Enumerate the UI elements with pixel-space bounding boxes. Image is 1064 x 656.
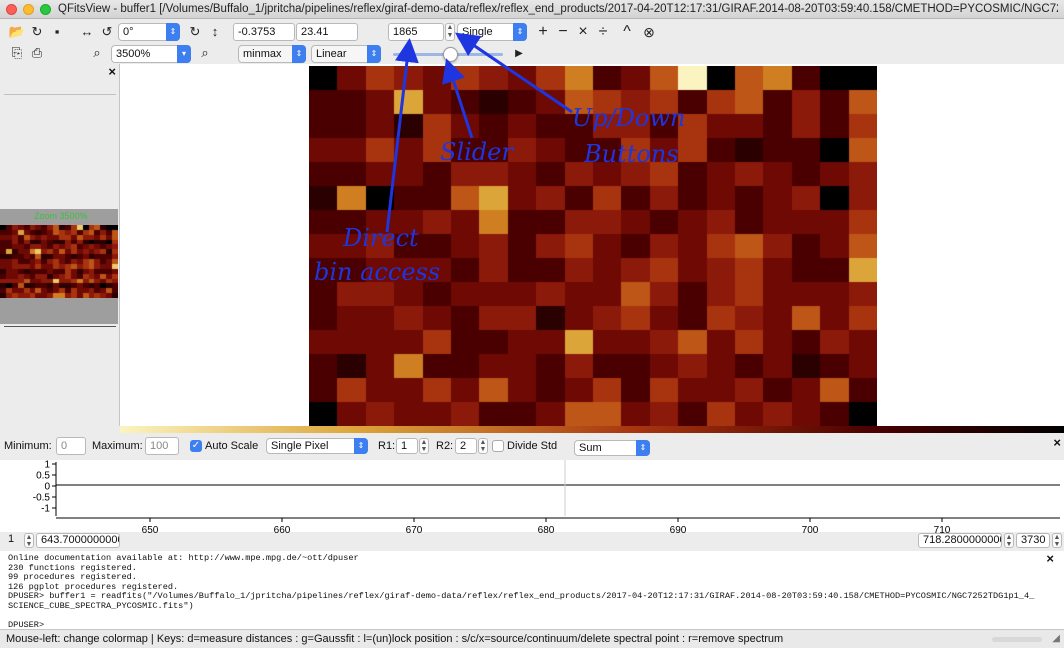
start-stepper[interactable]: ▲ ▼	[24, 533, 34, 548]
annotation-updown: Up/Down	[572, 104, 686, 132]
x-tick-label: 660	[274, 525, 291, 536]
y-tick-label: 0.5	[36, 471, 50, 482]
end-stepper[interactable]: ▲ ▼	[1004, 533, 1014, 548]
status-bar: Mouse-left: change colormap | Keys: d=me…	[0, 629, 1064, 648]
end-index-stepper[interactable]: ▲ ▼	[1052, 533, 1062, 548]
start-index: 1	[8, 533, 15, 545]
console-line: 126 pgplot procedures registered.	[8, 581, 179, 592]
x-tick-label: 700	[802, 525, 819, 536]
status-text: Mouse-left: change colormap | Keys: d=me…	[6, 633, 784, 645]
console-line: Online documentation available at: http:…	[8, 553, 359, 563]
x-tick-label: 680	[538, 525, 555, 536]
y-tick-label: -1	[41, 504, 50, 515]
end-wavelength-input[interactable]: 718.2800000000	[918, 533, 1002, 548]
y-tick-label: 1	[44, 460, 50, 471]
divide-std-checkbox[interactable]	[492, 440, 504, 452]
annotation-direct: Direct	[343, 224, 419, 252]
x-tick-label: 690	[670, 525, 687, 536]
end-index-input[interactable]: 3730	[1016, 533, 1050, 548]
console-line: SCIENCE_CUBE_SPECTRA_PYCOSMIC.fits")	[8, 600, 194, 611]
annotation-bin-access: bin access	[314, 258, 441, 286]
close-plot-icon[interactable]: ×	[1053, 435, 1061, 450]
spectrum-axes: 10.50-0.5-1650 660 670 680 690 700 710	[33, 460, 1060, 536]
annotation-slider: Slider	[440, 138, 513, 166]
start-wavelength-input[interactable]: 643.7000000000	[36, 533, 120, 548]
y-tick-label: -0.5	[33, 493, 51, 504]
status-progress	[992, 637, 1042, 642]
x-tick-label: 670	[406, 525, 423, 536]
x-tick-label: 650	[142, 525, 159, 536]
autoscale-checkbox[interactable]: ✓	[190, 440, 202, 452]
pixel-mode-value: Single Pixel	[271, 440, 329, 452]
y-tick-label: 0	[44, 482, 50, 493]
close-console-icon[interactable]: ×	[1046, 552, 1054, 564]
resize-grip-icon[interactable]: ◢	[1052, 630, 1060, 648]
console-line: 230 functions registered.	[8, 562, 137, 573]
annotation-buttons: Buttons	[584, 140, 679, 168]
